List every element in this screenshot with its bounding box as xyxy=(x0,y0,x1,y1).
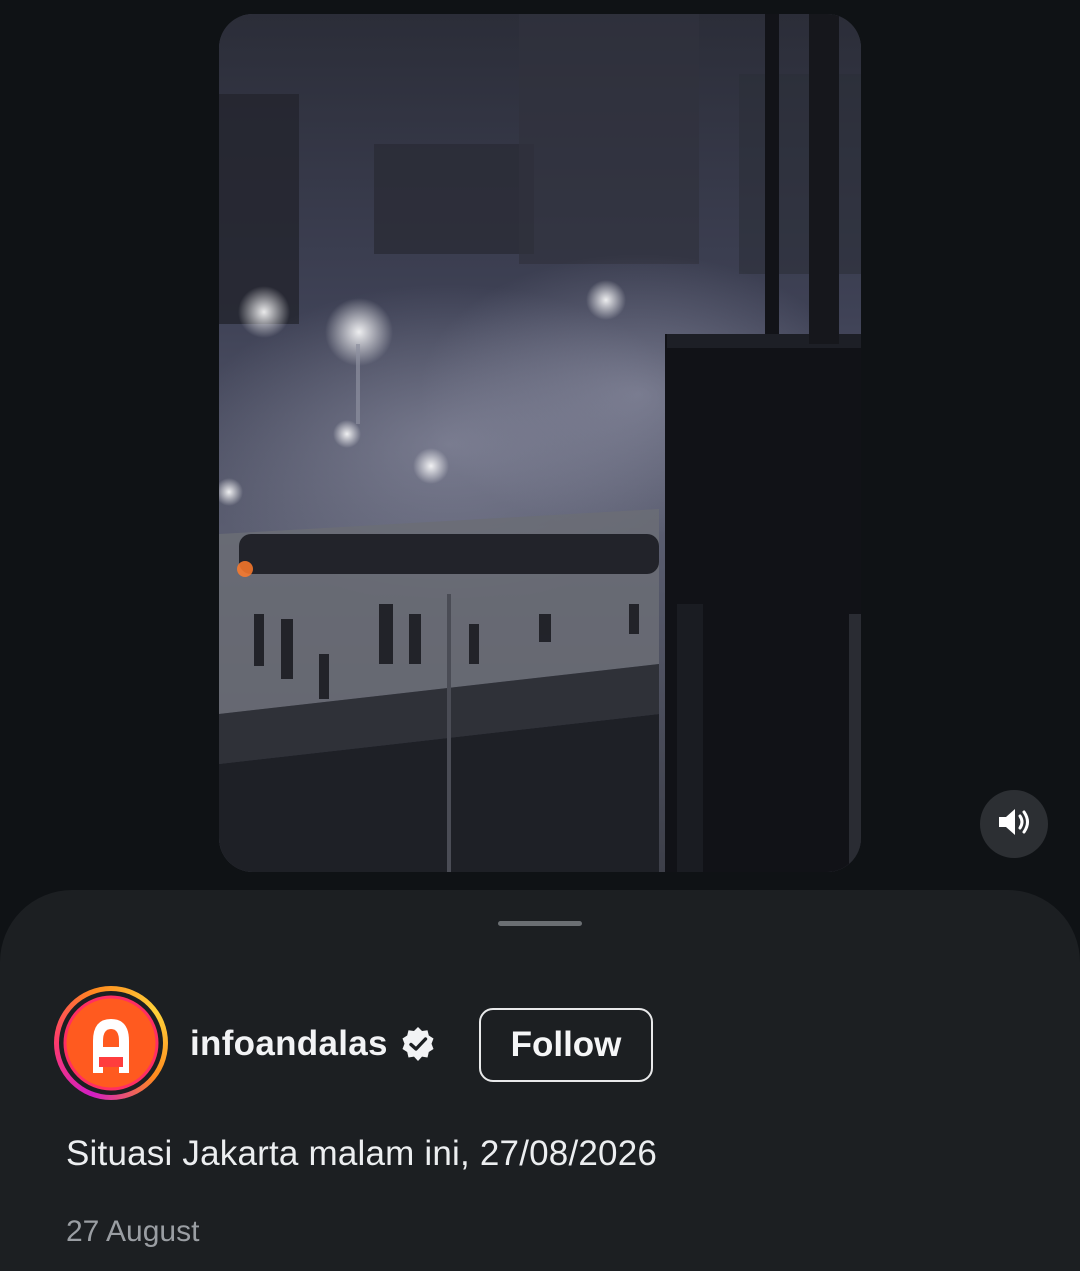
infoandalas-logo-icon xyxy=(63,995,159,1091)
username-row: infoandalas xyxy=(190,1020,436,1068)
username[interactable]: infoandalas xyxy=(190,1024,388,1064)
avatar[interactable] xyxy=(54,986,168,1100)
verified-badge-icon xyxy=(400,1026,436,1062)
video-player[interactable] xyxy=(219,14,861,872)
follow-button[interactable]: Follow xyxy=(479,1008,653,1082)
post-info-sheet: infoandalas Follow Situasi Jakarta malam… xyxy=(0,890,1080,1271)
avatar-inner xyxy=(59,991,163,1095)
mute-button[interactable] xyxy=(980,790,1048,858)
sheet-drag-handle[interactable] xyxy=(498,921,582,926)
video-frame-image xyxy=(219,14,861,872)
reel-viewer-screen: infoandalas Follow Situasi Jakarta malam… xyxy=(0,0,1080,1271)
speaker-volume-icon xyxy=(996,806,1032,843)
post-date: 27 August xyxy=(66,1215,200,1248)
post-caption: Situasi Jakarta malam ini, 27/08/2026 xyxy=(66,1134,658,1173)
